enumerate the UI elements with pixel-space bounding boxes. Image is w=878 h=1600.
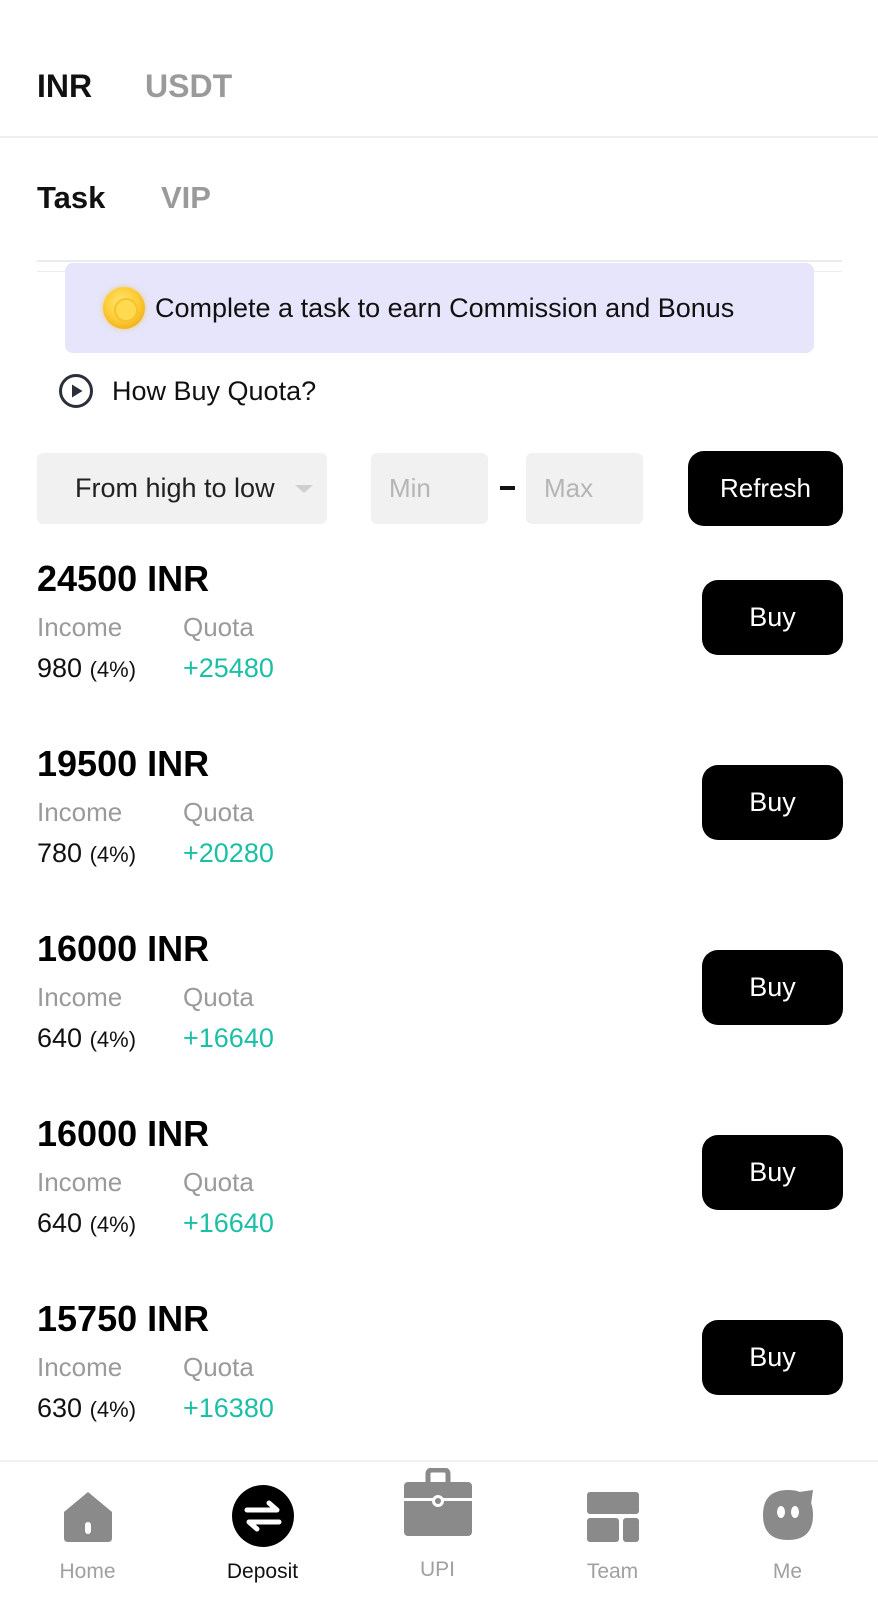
income-percent: (4%) bbox=[89, 842, 137, 867]
nav-item-me[interactable]: Me bbox=[700, 1462, 875, 1600]
how-buy-quota-link[interactable]: How Buy Quota? bbox=[58, 373, 316, 409]
quota-value: +16640 bbox=[183, 1023, 274, 1053]
nav-label-me: Me bbox=[772, 1560, 803, 1583]
sort-select[interactable]: From high to low bbox=[37, 453, 327, 524]
bottom-nav: Home Deposit UPI Team Me bbox=[0, 1460, 878, 1600]
quota-value: +20280 bbox=[183, 838, 274, 868]
income-percent: (4%) bbox=[89, 657, 137, 682]
income-label: Income bbox=[37, 612, 123, 642]
currency-tabs: INR USDT bbox=[0, 0, 878, 138]
nav-label-upi: UPI bbox=[419, 1558, 455, 1581]
buy-button[interactable]: Buy bbox=[702, 765, 843, 840]
income-value: 780 (4%) bbox=[37, 838, 136, 869]
team-grid-icon bbox=[586, 1492, 639, 1542]
nav-label-team: Team bbox=[586, 1560, 639, 1583]
task-amount: 16000 INR bbox=[37, 1113, 210, 1154]
income-amount: 640 bbox=[37, 1023, 83, 1053]
income-value: 980 (4%) bbox=[37, 653, 136, 684]
income-label: Income bbox=[37, 797, 123, 827]
list-item: 19500 INR Income Quota 780 (4%) +20280 B… bbox=[0, 725, 878, 910]
task-amount: 15750 INR bbox=[37, 1298, 210, 1339]
income-percent: (4%) bbox=[89, 1397, 137, 1422]
income-amount: 630 bbox=[37, 1393, 83, 1423]
face-icon bbox=[762, 1490, 813, 1540]
income-amount: 640 bbox=[37, 1208, 83, 1238]
nav-label-deposit: Deposit bbox=[226, 1560, 299, 1583]
buy-button[interactable]: Buy bbox=[702, 950, 843, 1025]
exchange-icon bbox=[231, 1485, 294, 1547]
quota-label: Quota bbox=[183, 612, 254, 642]
sort-select-value: From high to low bbox=[75, 473, 275, 503]
nav-label-home: Home bbox=[59, 1560, 116, 1583]
min-amount-input[interactable] bbox=[371, 453, 488, 524]
tab-usdt[interactable]: USDT bbox=[145, 68, 232, 105]
buy-button[interactable]: Buy bbox=[702, 580, 843, 655]
coin-icon bbox=[103, 287, 145, 329]
how-buy-quota-label: How Buy Quota? bbox=[112, 375, 317, 406]
task-list: 24500 INR Income Quota 980 (4%) +25480 B… bbox=[0, 540, 878, 1465]
tab-inr[interactable]: INR bbox=[37, 68, 92, 105]
list-item: 16000 INR Income Quota 640 (4%) +16640 B… bbox=[0, 910, 878, 1095]
income-percent: (4%) bbox=[89, 1027, 137, 1052]
banner-text: Complete a task to earn Commission and B… bbox=[155, 292, 735, 323]
chevron-down-icon bbox=[295, 485, 313, 493]
buy-button[interactable]: Buy bbox=[702, 1135, 843, 1210]
nav-item-deposit[interactable]: Deposit bbox=[175, 1462, 350, 1600]
quota-label: Quota bbox=[183, 1167, 254, 1197]
income-value: 640 (4%) bbox=[37, 1208, 136, 1239]
nav-item-team[interactable]: Team bbox=[525, 1462, 700, 1600]
task-amount: 24500 INR bbox=[37, 558, 210, 599]
max-amount-input[interactable] bbox=[526, 453, 643, 524]
income-percent: (4%) bbox=[89, 1212, 137, 1237]
task-amount: 19500 INR bbox=[37, 743, 210, 784]
play-circle-icon bbox=[59, 374, 93, 408]
refresh-button[interactable]: Refresh bbox=[688, 451, 843, 526]
quota-label: Quota bbox=[183, 797, 254, 827]
list-item: 15750 INR Income Quota 630 (4%) +16380 B… bbox=[0, 1280, 878, 1465]
income-value: 640 (4%) bbox=[37, 1023, 136, 1054]
nav-item-upi[interactable]: UPI bbox=[350, 1462, 525, 1600]
list-item: 16000 INR Income Quota 640 (4%) +16640 B… bbox=[0, 1095, 878, 1280]
tab-task[interactable]: Task bbox=[37, 180, 105, 216]
income-label: Income bbox=[37, 1167, 123, 1197]
income-value: 630 (4%) bbox=[37, 1393, 136, 1424]
income-label: Income bbox=[37, 1352, 123, 1382]
quota-value: +16380 bbox=[183, 1393, 274, 1423]
task-amount: 16000 INR bbox=[37, 928, 210, 969]
income-label: Income bbox=[37, 982, 123, 1012]
quota-label: Quota bbox=[183, 982, 254, 1012]
quota-value: +16640 bbox=[183, 1208, 274, 1238]
commission-banner: Complete a task to earn Commission and B… bbox=[65, 263, 814, 353]
income-amount: 780 bbox=[37, 838, 83, 868]
quota-value: +25480 bbox=[183, 653, 274, 683]
home-icon bbox=[63, 1492, 112, 1542]
income-amount: 980 bbox=[37, 653, 83, 683]
buy-button[interactable]: Buy bbox=[702, 1320, 843, 1395]
quota-label: Quota bbox=[183, 1352, 254, 1382]
type-tabs: Task VIP bbox=[37, 150, 842, 272]
nav-item-home[interactable]: Home bbox=[0, 1462, 175, 1600]
list-item: 24500 INR Income Quota 980 (4%) +25480 B… bbox=[0, 540, 878, 725]
tab-vip[interactable]: VIP bbox=[161, 180, 211, 216]
briefcase-icon bbox=[403, 1468, 472, 1536]
range-separator bbox=[500, 486, 515, 490]
